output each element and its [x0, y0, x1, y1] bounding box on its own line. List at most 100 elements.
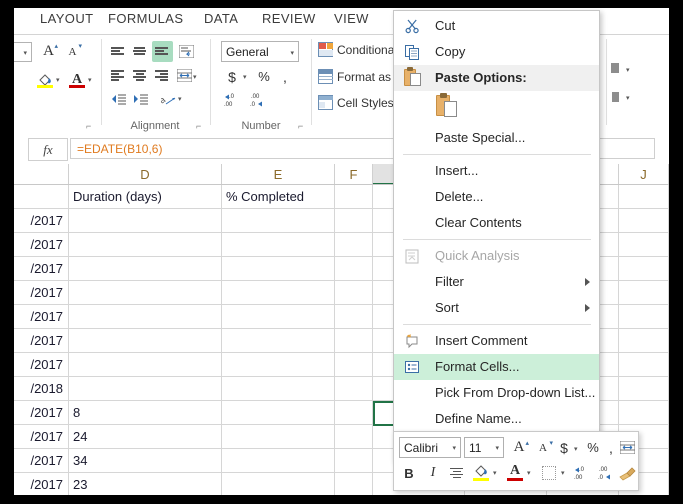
menu-item-paste-special[interactable]: Paste Special...	[394, 125, 599, 151]
decrease-decimal-button[interactable]: .00 .0	[248, 90, 270, 111]
cell-col-j[interactable]	[619, 353, 669, 376]
comma-style-button[interactable]: ,	[605, 437, 617, 458]
shrink-font-button[interactable]: A ▾	[62, 41, 83, 62]
cell-col-j[interactable]	[619, 185, 669, 208]
comma-style-button[interactable]: ,	[278, 66, 292, 87]
accounting-chevron-icon[interactable]: ▾	[574, 445, 578, 453]
borders-icon[interactable]	[540, 464, 558, 482]
tab-formulas[interactable]: FORMULAS	[108, 11, 183, 26]
cell-col-f[interactable]	[335, 473, 373, 495]
tab-view[interactable]: VIEW	[334, 11, 369, 26]
italic-button[interactable]: I	[424, 463, 442, 483]
align-right-button[interactable]	[152, 65, 173, 86]
cell-col-a[interactable]: /2017	[14, 305, 69, 328]
cell-col-a[interactable]: /2017	[14, 257, 69, 280]
accounting-chevron-icon[interactable]: ▾	[243, 73, 247, 81]
increase-decimal-button[interactable]: .0 .00	[572, 463, 594, 483]
cell-col-f[interactable]	[335, 353, 373, 376]
cell-col-j[interactable]	[619, 329, 669, 352]
insert-cells-chevron-icon[interactable]: ▾	[626, 66, 630, 74]
cell-col-a[interactable]: /2017	[14, 473, 69, 495]
align-middle-button[interactable]	[130, 41, 151, 62]
decrease-indent-button[interactable]	[108, 88, 129, 109]
delete-cells-chevron-icon[interactable]: ▾	[626, 94, 630, 102]
percent-style-button[interactable]: %	[585, 437, 601, 458]
percent-style-button[interactable]: %	[256, 66, 272, 87]
alignment-dialog-launcher[interactable]: ⌐	[196, 122, 205, 131]
cell-col-f[interactable]	[335, 401, 373, 424]
accounting-format-button[interactable]: $	[224, 66, 240, 87]
cell-col-e[interactable]	[222, 425, 335, 448]
cell-col-a[interactable]: /2017	[14, 449, 69, 472]
cell-col-d[interactable]: 8	[69, 401, 222, 424]
number-dialog-launcher[interactable]: ⌐	[298, 122, 307, 131]
cell-col-d[interactable]	[69, 305, 222, 328]
cell-col-e[interactable]	[222, 209, 335, 232]
cell-col-d[interactable]	[69, 209, 222, 232]
cell-col-e[interactable]: % Completed	[222, 185, 335, 208]
cell-col-a[interactable]: /2017	[14, 401, 69, 424]
menu-item-copy[interactable]: Copy	[394, 39, 599, 65]
column-header-f[interactable]: F	[335, 164, 373, 185]
cell-col-a[interactable]: /2017	[14, 233, 69, 256]
insert-function-button[interactable]: fx	[28, 138, 68, 161]
column-header-d[interactable]: D	[69, 164, 222, 185]
cell-col-j[interactable]	[619, 233, 669, 256]
cell-col-f[interactable]	[335, 329, 373, 352]
increase-decimal-button[interactable]: .0 .00	[222, 90, 244, 111]
align-left-button[interactable]	[108, 65, 129, 86]
cell-col-f[interactable]	[335, 449, 373, 472]
cell-col-j[interactable]	[619, 401, 669, 424]
cell-col-a[interactable]: /2018	[14, 377, 69, 400]
cell-col-f[interactable]	[335, 209, 373, 232]
cell-col-f[interactable]	[335, 305, 373, 328]
cell-col-j[interactable]	[619, 281, 669, 304]
format-painter-icon[interactable]	[618, 463, 636, 483]
cell-col-e[interactable]	[222, 281, 335, 304]
delete-cells-icon[interactable]	[610, 87, 624, 108]
increase-indent-button[interactable]	[130, 88, 151, 109]
font-dialog-launcher[interactable]: ⌐	[86, 122, 95, 131]
cell-col-d[interactable]	[69, 233, 222, 256]
font-name-combo[interactable]: Calibri ▾	[399, 437, 461, 458]
borders-chevron-icon[interactable]: ▾	[561, 469, 565, 477]
cell-col-a[interactable]: /2017	[14, 425, 69, 448]
insert-cells-icon[interactable]	[610, 59, 624, 80]
menu-item-pick-from-dropdown-list[interactable]: Pick From Drop-down List...	[394, 380, 599, 406]
align-bottom-button[interactable]	[152, 41, 173, 62]
grow-font-button[interactable]: A ▴	[509, 437, 529, 458]
cell-col-d[interactable]	[69, 377, 222, 400]
cell-col-f[interactable]	[335, 233, 373, 256]
cell-col-a[interactable]: /2017	[14, 353, 69, 376]
cell-col-f[interactable]	[335, 257, 373, 280]
cell-col-a[interactable]: /2017	[14, 281, 69, 304]
cell-col-d[interactable]	[69, 257, 222, 280]
menu-item-filter[interactable]: Filter	[394, 269, 599, 295]
cell-styles-button[interactable]: Cell Styles ▾	[318, 95, 402, 110]
cell-col-d[interactable]: 23	[69, 473, 222, 495]
orientation-chevron-icon[interactable]: ▾	[178, 95, 182, 103]
tab-data[interactable]: DATA	[204, 11, 238, 26]
column-header-blank[interactable]	[14, 164, 69, 185]
cell-col-d[interactable]: 24	[69, 425, 222, 448]
fill-color-chevron-icon[interactable]: ▾	[493, 469, 497, 477]
cell-col-e[interactable]	[222, 377, 335, 400]
menu-item-format-cells[interactable]: Format Cells...	[394, 354, 599, 380]
cell-col-e[interactable]	[222, 233, 335, 256]
cell-col-j[interactable]	[619, 209, 669, 232]
font-size-combo[interactable]: 11 ▾	[464, 437, 504, 458]
menu-item-clear-contents[interactable]: Clear Contents	[394, 210, 599, 236]
merge-chevron-icon[interactable]: ▾	[193, 73, 197, 81]
cell-col-e[interactable]	[222, 473, 335, 495]
wrap-text-button[interactable]	[176, 41, 197, 62]
cell-col-d[interactable]: 34	[69, 449, 222, 472]
cell-col-f[interactable]	[335, 425, 373, 448]
cell-col-f[interactable]	[335, 281, 373, 304]
cell-col-d[interactable]	[69, 329, 222, 352]
align-center-button[interactable]	[130, 65, 151, 86]
menu-item-insert-comment[interactable]: Insert Comment	[394, 328, 599, 354]
cell-col-a[interactable]: /2017	[14, 209, 69, 232]
shrink-font-button[interactable]: A ▾	[533, 437, 553, 458]
align-center-button[interactable]	[448, 463, 466, 483]
grow-font-button[interactable]: A ▴	[38, 41, 59, 62]
